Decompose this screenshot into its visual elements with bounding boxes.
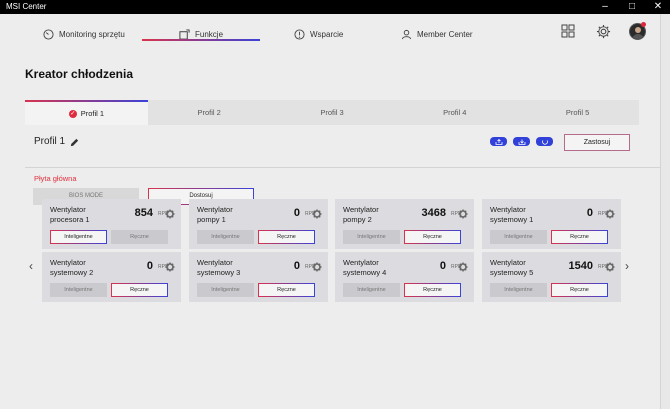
fan-name: Wentylator pompy 1 bbox=[197, 205, 233, 224]
support-icon bbox=[294, 28, 305, 40]
manual-mode-button[interactable]: Ręczne bbox=[111, 283, 168, 297]
tab-profil-5[interactable]: Profil 5 bbox=[516, 100, 639, 125]
smart-mode-button[interactable]: Inteligentne bbox=[490, 230, 547, 244]
fan-card: Wentylator systemowy 1 0 RPM Inteligentne Rę… bbox=[482, 199, 621, 249]
scrollbar[interactable] bbox=[660, 14, 670, 409]
tab-profil-3[interactable]: Profil 3 bbox=[271, 100, 394, 125]
nav-tab-wsparcie[interactable]: Wsparcie bbox=[294, 22, 343, 46]
export-button[interactable] bbox=[490, 137, 507, 146]
smart-mode-button[interactable]: Inteligentne bbox=[343, 283, 400, 297]
fan-rpm-value: 3468 bbox=[421, 207, 446, 219]
fan-settings-gear-icon[interactable] bbox=[165, 259, 175, 277]
settings-gear-icon[interactable] bbox=[596, 24, 611, 39]
grid-icon[interactable] bbox=[561, 24, 575, 38]
avatar-body bbox=[632, 34, 644, 39]
fan-name: Wentylator systemowy 1 bbox=[490, 205, 534, 224]
fan-name: Wentylator systemowy 2 bbox=[50, 258, 94, 277]
apply-button[interactable]: Zastosuj bbox=[564, 134, 630, 151]
smart-mode-button[interactable]: Inteligentne bbox=[197, 283, 254, 297]
fan-settings-gear-icon[interactable] bbox=[165, 206, 175, 224]
nav-tab-funkcje[interactable]: Funkcje bbox=[179, 22, 223, 46]
fan-settings-gear-icon[interactable] bbox=[458, 259, 468, 277]
tab-label: Profil 1 bbox=[80, 109, 105, 118]
fan-name: Wentylator pompy 2 bbox=[343, 205, 379, 224]
user-icon bbox=[401, 29, 412, 39]
manual-mode-button[interactable]: Ręczne bbox=[258, 230, 315, 244]
fan-card: Wentylator systemowy 3 0 RPM Inteligentne Rę… bbox=[189, 252, 328, 302]
fan-name: Wentylator procesora 1 bbox=[50, 205, 90, 224]
gauge-icon bbox=[43, 28, 54, 40]
avatar-head bbox=[635, 27, 641, 33]
tab-label: Profil 3 bbox=[320, 108, 344, 117]
smart-mode-button[interactable]: Inteligentne bbox=[50, 283, 107, 297]
smart-mode-button[interactable]: Inteligentne bbox=[197, 230, 254, 244]
fan-card: Wentylator systemowy 5 1540 RPM Inteligentn… bbox=[482, 252, 621, 302]
nav-tab-member-center[interactable]: Member Center bbox=[401, 22, 473, 46]
fan-rpm-value: 854 bbox=[134, 207, 153, 219]
tab-profil-2[interactable]: Profil 2 bbox=[148, 100, 271, 125]
import-icon bbox=[518, 139, 525, 145]
nav-tab-label: Monitoring sprzętu bbox=[59, 29, 125, 39]
manual-mode-button[interactable]: Ręczne bbox=[551, 230, 608, 244]
import-button[interactable] bbox=[513, 137, 530, 146]
minimize-button[interactable]: – bbox=[596, 0, 614, 14]
manual-mode-button[interactable]: Ręczne bbox=[404, 283, 461, 297]
fan-rpm-value: 0 bbox=[146, 260, 153, 272]
fan-rpm-value: 0 bbox=[293, 260, 300, 272]
nav-tab-label: Wsparcie bbox=[310, 29, 344, 39]
manual-mode-button[interactable]: Ręczne bbox=[111, 230, 168, 244]
smart-mode-button[interactable]: Inteligentne bbox=[343, 230, 400, 244]
manual-mode-button[interactable]: Ręczne bbox=[258, 283, 315, 297]
profile-name: Profil 1 bbox=[34, 136, 66, 147]
features-icon bbox=[179, 28, 190, 40]
fan-card: Wentylator systemowy 4 0 RPM Inteligentne Rę… bbox=[335, 252, 474, 302]
reset-icon bbox=[541, 139, 548, 145]
fan-card: Wentylator systemowy 2 0 RPM Inteligentne Rę… bbox=[42, 252, 181, 302]
fan-settings-gear-icon[interactable] bbox=[312, 259, 322, 277]
tab-label: Profil 4 bbox=[443, 108, 467, 117]
tab-label: Profil 2 bbox=[197, 108, 221, 117]
fan-settings-gear-icon[interactable] bbox=[458, 206, 468, 224]
fan-card: Wentylator pompy 1 0 RPM Inteligentne Ręczne bbox=[189, 199, 328, 249]
export-icon bbox=[495, 138, 502, 145]
smart-mode-button[interactable]: Inteligentne bbox=[50, 230, 107, 244]
tab-label: Profil 5 bbox=[565, 108, 590, 117]
nav-tab-label: Member Center bbox=[417, 29, 473, 39]
page-title: Kreator chłodzenia bbox=[25, 67, 134, 81]
app-title: MSI Center bbox=[6, 2, 47, 11]
app-window: Monitoring sprzętu Funkcje Wsparcie Memb… bbox=[0, 14, 660, 409]
manual-mode-button[interactable]: Ręczne bbox=[404, 230, 461, 244]
pencil-icon[interactable] bbox=[69, 137, 80, 148]
fan-settings-gear-icon[interactable] bbox=[605, 259, 615, 277]
nav-active-underline bbox=[142, 39, 260, 41]
smart-mode-button[interactable]: Inteligentne bbox=[490, 283, 547, 297]
fan-rpm-value: 1540 bbox=[568, 260, 593, 272]
fan-card: Wentylator procesora 1 854 RPM Inteligentne… bbox=[42, 199, 181, 249]
fan-settings-gear-icon[interactable] bbox=[605, 206, 615, 224]
profile-tabs: ✓ Profil 1 Profil 2 Profil 3 Profil 4 Pr… bbox=[25, 100, 639, 125]
maximize-button[interactable]: □ bbox=[623, 0, 641, 14]
fan-rpm-value: 0 bbox=[439, 260, 446, 272]
section-label: Płyta główna bbox=[34, 174, 77, 183]
reset-button[interactable] bbox=[536, 137, 553, 146]
fan-rpm-value: 0 bbox=[293, 207, 300, 219]
close-button[interactable]: ✕ bbox=[649, 0, 667, 14]
manual-mode-button[interactable]: Ręczne bbox=[551, 283, 608, 297]
carousel-next-button[interactable]: › bbox=[625, 259, 629, 273]
divider bbox=[25, 167, 660, 168]
title-bar: MSI Center – □ ✕ bbox=[0, 0, 670, 14]
fan-name: Wentylator systemowy 5 bbox=[490, 258, 534, 277]
fan-name: Wentylator systemowy 4 bbox=[343, 258, 387, 277]
tab-profil-4[interactable]: Profil 4 bbox=[393, 100, 516, 125]
notification-dot bbox=[641, 22, 646, 27]
nav-tab-label: Funkcje bbox=[195, 29, 224, 39]
tab-profil-1[interactable]: ✓ Profil 1 bbox=[25, 100, 148, 125]
nav-tab-monitoring[interactable]: Monitoring sprzętu bbox=[43, 22, 125, 46]
fan-rpm-value: 0 bbox=[586, 207, 593, 219]
fan-settings-gear-icon[interactable] bbox=[312, 206, 322, 224]
fan-name: Wentylator systemowy 3 bbox=[197, 258, 241, 277]
carousel-prev-button[interactable]: ‹ bbox=[29, 259, 33, 273]
fan-card: Wentylator pompy 2 3468 RPM Inteligentne Ręc… bbox=[335, 199, 474, 249]
check-icon: ✓ bbox=[68, 109, 77, 118]
